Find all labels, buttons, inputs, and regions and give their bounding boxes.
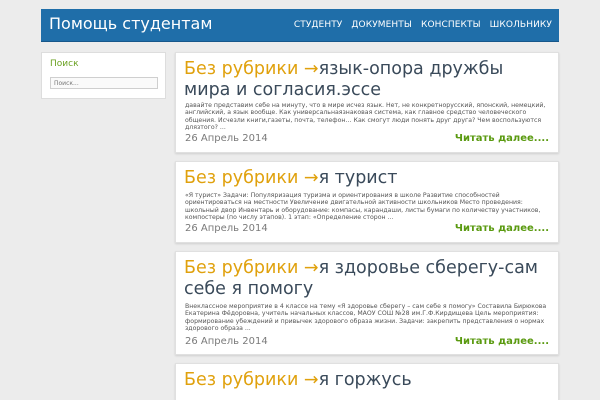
read-more-link[interactable]: Читать далее.... xyxy=(455,223,549,234)
post-date: 26 Апрель 2014 xyxy=(185,133,268,144)
main-nav: СТУДЕНТУ ДОКУМЕНТЫ КОНСПЕКТЫ ШКОЛЬНИКУ xyxy=(294,20,552,30)
post-card: Без рубрики →я турист «Я турист» Задачи:… xyxy=(175,161,559,243)
post-title: Без рубрики →я турист xyxy=(184,168,554,189)
read-more-link[interactable]: Читать далее.... xyxy=(455,133,549,144)
search-widget-title: Поиск xyxy=(50,59,79,69)
nav-item-documents[interactable]: ДОКУМЕНТЫ xyxy=(351,20,412,30)
post-category-link[interactable]: Без рубрики → xyxy=(184,258,319,278)
read-more-link[interactable]: Читать далее.... xyxy=(455,336,549,347)
post-title: Без рубрики →я здоровье сберегу-сам себе… xyxy=(184,258,554,300)
post-title: Без рубрики →язык-опора дружбы мира и со… xyxy=(184,59,554,101)
post-card: Без рубрики →язык-опора дружбы мира и со… xyxy=(175,52,559,153)
post-date: 26 Апрель 2014 xyxy=(185,223,268,234)
post-category-link[interactable]: Без рубрики → xyxy=(184,59,319,79)
search-input[interactable] xyxy=(50,77,158,89)
post-category-link[interactable]: Без рубрики → xyxy=(184,168,319,188)
nav-item-schoolkid[interactable]: ШКОЛЬНИКУ xyxy=(490,20,552,30)
post-excerpt: Внеклассное мероприятие в 4 классе на те… xyxy=(185,303,547,333)
post-excerpt: давайте представим себе на минуту, что в… xyxy=(185,102,546,132)
post-date: 26 Апрель 2014 xyxy=(185,336,268,347)
site-title[interactable]: Помощь студентам xyxy=(49,14,212,33)
nav-item-notes[interactable]: КОНСПЕКТЫ xyxy=(421,20,481,30)
post-category-link[interactable]: Без рубрики → xyxy=(184,370,319,390)
nav-item-student[interactable]: СТУДЕНТУ xyxy=(294,20,343,30)
post-card: Без рубрики →я горжусь xyxy=(175,363,559,400)
post-title-link[interactable]: я турист xyxy=(319,168,398,188)
post-title-link[interactable]: я горжусь xyxy=(319,370,412,390)
post-excerpt: «Я турист» Задачи: Популяризация туризма… xyxy=(185,192,541,222)
post-card: Без рубрики →я здоровье сберегу-сам себе… xyxy=(175,251,559,355)
sidebar-search-widget: Поиск xyxy=(41,52,166,99)
post-title: Без рубрики →я горжусь xyxy=(184,370,554,391)
site-header: Помощь студентам СТУДЕНТУ ДОКУМЕНТЫ КОНС… xyxy=(41,9,559,42)
